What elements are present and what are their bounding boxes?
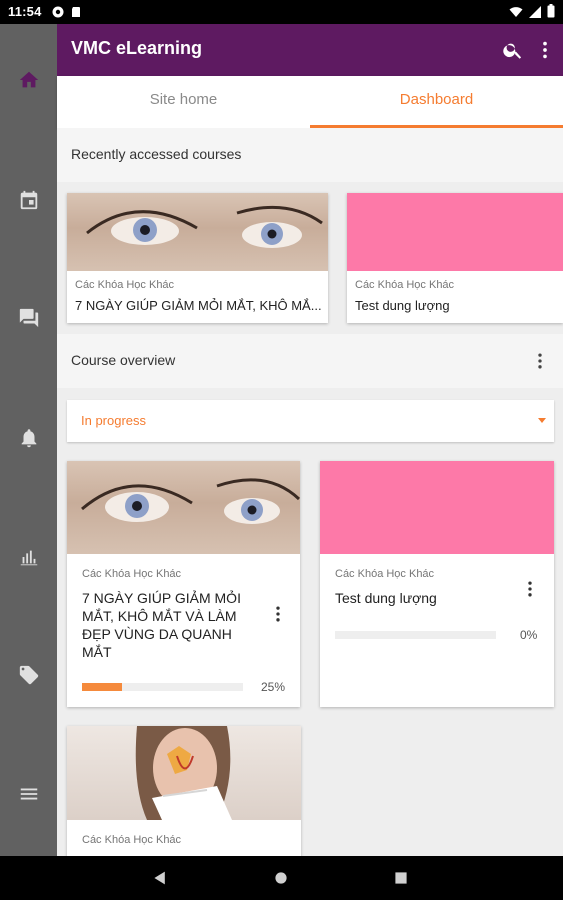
signal-icon xyxy=(529,5,541,23)
course-filter-select[interactable]: In progress xyxy=(67,400,554,442)
recent-course-card[interactable]: Các Khóa Học Khác Test dung lượng xyxy=(347,193,563,323)
tab-dashboard[interactable]: Dashboard xyxy=(310,76,563,128)
course-title: 7 NGÀY GIÚP GIẢM MỎI MẮT, KHÔ MẮ... xyxy=(75,298,322,313)
tag-icon xyxy=(18,664,40,691)
messages-icon xyxy=(18,307,40,334)
recent-courses-title: Recently accessed courses xyxy=(71,146,242,162)
course-category: Các Khóa Học Khác xyxy=(355,279,455,291)
course-progress-label: 0% xyxy=(520,628,538,642)
course-image-eyes xyxy=(67,461,300,554)
course-image-placeholder xyxy=(347,193,563,271)
course-image-sinus xyxy=(67,726,301,820)
course-overview-card[interactable]: Các Khóa Học Khác xyxy=(67,726,301,856)
search-icon[interactable] xyxy=(499,36,527,64)
grades-icon xyxy=(18,546,40,573)
course-filter-value: In progress xyxy=(81,413,147,428)
course-title: Test dung lượng xyxy=(355,298,450,313)
course-title-line: ĐẸP VÙNG DA QUANH xyxy=(82,626,232,642)
side-rail xyxy=(0,24,57,856)
tab-site-home[interactable]: Site home xyxy=(57,76,310,128)
rail-item-messages[interactable] xyxy=(0,292,57,348)
course-title-line: MẮT xyxy=(82,644,112,660)
course-overview-card[interactable]: Các Khóa Học Khác Test dung lượng 0% xyxy=(320,461,554,707)
dashboard-content: Recently accessed courses Các Khóa Học K… xyxy=(57,128,563,856)
recent-course-card[interactable]: Các Khóa Học Khác 7 NGÀY GIÚP GIẢM MỎI M… xyxy=(67,193,328,323)
rail-item-home[interactable] xyxy=(0,54,57,110)
notifications-icon xyxy=(18,427,40,454)
recents-icon[interactable] xyxy=(391,868,411,888)
home-icon xyxy=(18,69,40,96)
notification-icon xyxy=(52,5,64,18)
course-category: Các Khóa Học Khác xyxy=(82,568,182,580)
course-category: Các Khóa Học Khác xyxy=(75,279,175,291)
more-vert-icon[interactable] xyxy=(529,350,551,372)
more-vert-icon[interactable] xyxy=(520,578,540,600)
status-bar: 11:54 xyxy=(0,0,563,24)
rail-item-calendar[interactable] xyxy=(0,174,57,230)
course-title-line: MẮT, KHÔ MẮT VÀ LÀM xyxy=(82,608,237,624)
app-bar: VMC eLearning xyxy=(57,24,563,76)
course-image-placeholder xyxy=(320,461,554,554)
recent-courses-header: Recently accessed courses xyxy=(57,128,563,182)
rail-item-tag[interactable] xyxy=(0,649,57,705)
more-vert-icon[interactable] xyxy=(268,603,288,625)
tab-bar: Site home Dashboard xyxy=(57,76,563,128)
app-title: VMC eLearning xyxy=(71,38,203,58)
sd-card-icon xyxy=(70,5,82,17)
dropdown-arrow-icon xyxy=(538,418,546,423)
course-progress-bar xyxy=(335,631,496,639)
battery-icon xyxy=(547,4,555,23)
system-nav-bar xyxy=(0,856,563,900)
course-progress-bar xyxy=(82,683,243,691)
more-vert-icon[interactable] xyxy=(531,36,559,64)
course-progress-fill xyxy=(82,683,123,691)
course-title-line: 7 NGÀY GIÚP GIẢM MỎI xyxy=(82,590,241,606)
back-icon[interactable] xyxy=(150,868,170,888)
course-image-eyes xyxy=(67,193,328,271)
rail-item-menu[interactable] xyxy=(0,768,57,824)
menu-icon xyxy=(18,783,40,810)
rail-item-grades[interactable] xyxy=(0,531,57,587)
course-progress-label: 25% xyxy=(261,680,286,694)
course-title-line: Test dung lượng xyxy=(335,590,437,606)
course-overview-card[interactable]: Các Khóa Học Khác 7 NGÀY GIÚP GIẢM MỎI M… xyxy=(67,461,300,707)
course-category: Các Khóa Học Khác xyxy=(82,834,182,846)
calendar-icon xyxy=(18,189,40,216)
home-circle-icon[interactable] xyxy=(271,868,291,888)
course-overview-header: Course overview xyxy=(57,334,563,388)
rail-item-notifications[interactable] xyxy=(0,412,57,468)
course-category: Các Khóa Học Khác xyxy=(335,568,435,580)
course-overview-title: Course overview xyxy=(71,352,176,368)
wifi-icon xyxy=(509,5,523,23)
status-time: 11:54 xyxy=(8,4,42,19)
